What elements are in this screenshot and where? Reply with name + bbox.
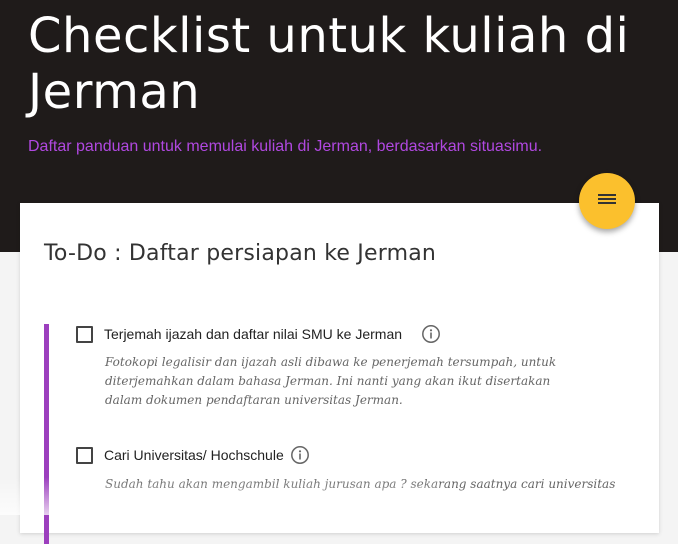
item-description: Fotokopi legalisir dan ijazah asli dibaw… [105, 355, 557, 407]
item-checkbox[interactable] [76, 326, 93, 343]
menu-icon [597, 191, 617, 212]
item-description: Sudah tahu akan mengambil kuliah jurusan… [105, 477, 616, 491]
page-subtitle: Daftar panduan untuk memulai kuliah di J… [28, 138, 543, 155]
checklist-card: To-Do : Daftar persiapan ke Jerman Terje… [20, 203, 659, 544]
menu-fab-button[interactable] [579, 173, 635, 229]
info-icon[interactable] [290, 445, 310, 465]
page-title: Checklist untuk kuliah di Jerman [28, 8, 630, 120]
info-icon[interactable] [421, 324, 441, 344]
card-title: To-Do : Daftar persiapan ke Jerman [44, 241, 437, 266]
item-label: Cari Universitas/ Hochschule [104, 447, 284, 463]
item-label: Terjemah ijazah dan daftar nilai SMU ke … [104, 326, 403, 342]
checklist: Terjemah ijazah dan daftar nilai SMU ke … [44, 324, 641, 544]
item-checkbox[interactable] [76, 447, 93, 464]
